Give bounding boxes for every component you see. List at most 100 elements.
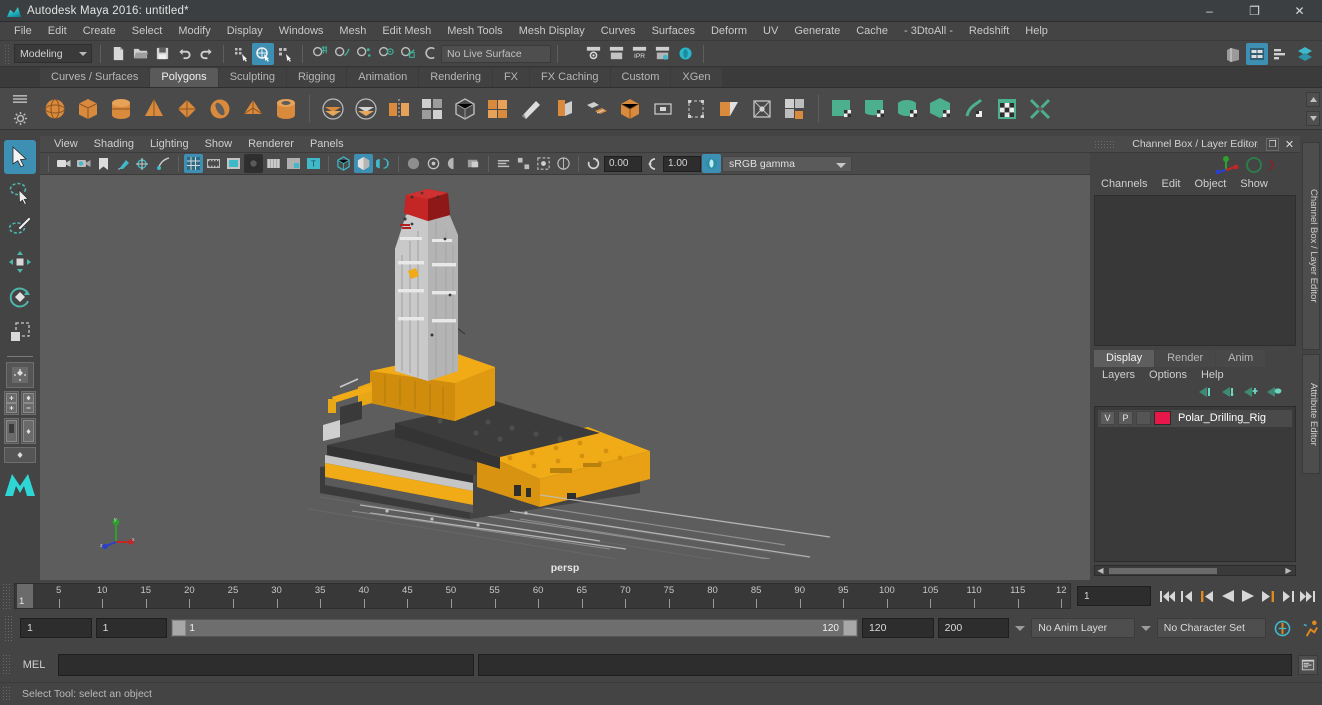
character-set-field[interactable]: No Character Set bbox=[1156, 618, 1267, 638]
scroll-left-icon[interactable]: ◀ bbox=[1095, 566, 1106, 575]
shelf-tab-xgen[interactable]: XGen bbox=[671, 68, 722, 87]
layer-tab-anim[interactable]: Anim bbox=[1216, 349, 1266, 367]
multisample-icon[interactable] bbox=[514, 154, 533, 173]
textured-icon[interactable] bbox=[404, 154, 423, 173]
render-settings-icon[interactable] bbox=[651, 43, 673, 65]
shelf-tab-animation[interactable]: Animation bbox=[347, 68, 419, 87]
toggle-tool-settings-icon[interactable] bbox=[1270, 43, 1292, 65]
redo-icon[interactable] bbox=[195, 43, 217, 65]
shelf-menu-icon[interactable] bbox=[12, 92, 28, 106]
menu-mesh[interactable]: Mesh bbox=[331, 22, 374, 41]
layer-name[interactable]: Polar_Drilling_Rig bbox=[1178, 412, 1266, 424]
live-surface-field[interactable]: No Live Surface bbox=[441, 44, 551, 63]
move-tool[interactable] bbox=[4, 245, 36, 279]
time-slider-track[interactable]: 1 5 10 15 20 25 30 35 40 45 50 55 60 65 70 75 80 85 90 95 1… bbox=[14, 583, 1071, 609]
range-start-field[interactable]: 1 bbox=[95, 618, 168, 638]
new-scene-icon[interactable] bbox=[107, 43, 129, 65]
menu-edit[interactable]: Edit bbox=[40, 22, 75, 41]
layer-color-swatch[interactable] bbox=[1154, 411, 1171, 425]
new-layer-icon[interactable] bbox=[1243, 386, 1259, 401]
command-line-grip[interactable] bbox=[2, 654, 10, 676]
step-back-frame-icon[interactable] bbox=[1199, 587, 1216, 605]
shelf-tab-rigging[interactable]: Rigging bbox=[286, 68, 347, 87]
close-button[interactable]: ✕ bbox=[1277, 0, 1322, 22]
viewport-menu-lighting[interactable]: Lighting bbox=[142, 136, 197, 153]
viewport-menu-renderer[interactable]: Renderer bbox=[240, 136, 302, 153]
menu-uv[interactable]: UV bbox=[755, 22, 786, 41]
resolution-gate-icon[interactable] bbox=[224, 154, 243, 173]
exposure-value-field[interactable]: 0.00 bbox=[604, 155, 642, 172]
lasso-select-tool[interactable] bbox=[4, 175, 36, 209]
panel-grip-right[interactable] bbox=[1244, 140, 1260, 149]
select-by-object-type-icon[interactable] bbox=[252, 42, 274, 65]
move-layer-down-icon[interactable] bbox=[1220, 386, 1236, 401]
gate-mask-icon[interactable] bbox=[244, 154, 263, 173]
motion-blur-icon[interactable] bbox=[494, 154, 513, 173]
menu-mesh-tools[interactable]: Mesh Tools bbox=[439, 22, 510, 41]
grid-toggle-icon[interactable] bbox=[184, 154, 203, 173]
toggle-modeling-panel-icon[interactable] bbox=[1222, 43, 1244, 65]
channel-box-menu-channels[interactable]: Channels bbox=[1094, 175, 1154, 193]
wireframe-icon[interactable] bbox=[334, 154, 353, 173]
detach-icon[interactable] bbox=[780, 94, 810, 124]
channel-box-menu-object[interactable]: Object bbox=[1187, 175, 1233, 193]
layer-menu-layers[interactable]: Layers bbox=[1095, 367, 1142, 384]
layer-list[interactable]: V P Polar_Drilling_Rig bbox=[1094, 405, 1296, 562]
range-end-field[interactable]: 120 bbox=[861, 618, 934, 638]
polygon-cube-icon[interactable] bbox=[73, 94, 103, 124]
color-space-dropdown[interactable]: sRGB gamma bbox=[722, 155, 852, 172]
menu-surfaces[interactable]: Surfaces bbox=[644, 22, 703, 41]
hypershade-layout[interactable] bbox=[4, 418, 19, 444]
range-start-handle[interactable] bbox=[172, 620, 187, 636]
viewport-menu-show[interactable]: Show bbox=[197, 136, 241, 153]
rotate-tool[interactable] bbox=[4, 280, 36, 314]
animation-end-field[interactable]: 200 bbox=[937, 618, 1010, 638]
status-line-grip[interactable] bbox=[4, 43, 11, 64]
layer-playback-toggle[interactable]: P bbox=[1118, 411, 1133, 425]
shaded-wireframe-icon[interactable] bbox=[374, 154, 393, 173]
shelf-scroll-up-button[interactable] bbox=[1306, 92, 1320, 107]
command-input-field[interactable] bbox=[58, 654, 474, 676]
bevel-icon[interactable] bbox=[549, 94, 579, 124]
render-current-frame-icon[interactable] bbox=[582, 43, 604, 65]
four-view-layout[interactable] bbox=[4, 391, 19, 415]
range-end-handle[interactable] bbox=[842, 620, 857, 636]
shelf-scroll-down-button[interactable] bbox=[1306, 111, 1320, 126]
character-set-dropdown-arrow-icon[interactable] bbox=[1139, 625, 1153, 631]
minimize-button[interactable]: – bbox=[1187, 0, 1232, 22]
film-gate-icon[interactable] bbox=[204, 154, 223, 173]
uv-automatic-icon[interactable] bbox=[926, 94, 956, 124]
menu-set-selector[interactable]: Modeling bbox=[14, 44, 92, 63]
mirror-geometry-icon[interactable] bbox=[384, 94, 414, 124]
menu-cache[interactable]: Cache bbox=[848, 22, 896, 41]
persp-outliner-layout[interactable] bbox=[21, 391, 36, 415]
panel-grip-left[interactable] bbox=[1094, 140, 1116, 149]
menu-select[interactable]: Select bbox=[124, 22, 171, 41]
extrude-icon[interactable] bbox=[516, 94, 546, 124]
xray-icon[interactable] bbox=[554, 154, 573, 173]
shelf-tab-curves-surfaces[interactable]: Curves / Surfaces bbox=[40, 68, 150, 87]
current-frame-field[interactable]: 1 bbox=[1077, 586, 1151, 606]
uv-editor-icon[interactable] bbox=[992, 94, 1022, 124]
open-scene-icon[interactable] bbox=[129, 43, 151, 65]
gamma-value-field[interactable]: 1.00 bbox=[663, 155, 701, 172]
scrollbar-thumb[interactable] bbox=[1109, 568, 1217, 574]
poke-face-icon[interactable] bbox=[681, 94, 711, 124]
menu-generate[interactable]: Generate bbox=[786, 22, 848, 41]
layer-menu-options[interactable]: Options bbox=[1142, 367, 1194, 384]
polygon-cylinder-icon[interactable] bbox=[106, 94, 136, 124]
uv-cylindrical-icon[interactable] bbox=[860, 94, 890, 124]
boolean-union-icon[interactable] bbox=[318, 94, 348, 124]
exposure-reset-icon[interactable] bbox=[584, 154, 603, 173]
wedge-face-icon[interactable] bbox=[648, 94, 678, 124]
panel-undock-button[interactable]: ❐ bbox=[1266, 138, 1279, 151]
auto-keyframe-icon[interactable] bbox=[1270, 617, 1294, 639]
polygon-torus-icon[interactable] bbox=[205, 94, 235, 124]
menu-curves[interactable]: Curves bbox=[593, 22, 644, 41]
layer-row[interactable]: V P Polar_Drilling_Rig bbox=[1098, 409, 1292, 427]
polygon-pipe-icon[interactable] bbox=[271, 94, 301, 124]
uv-unfold-icon[interactable] bbox=[959, 94, 989, 124]
layer-visibility-toggle[interactable]: V bbox=[1100, 411, 1115, 425]
texture-icon[interactable]: T bbox=[304, 154, 323, 173]
layer-state-toggle[interactable] bbox=[1136, 411, 1151, 425]
